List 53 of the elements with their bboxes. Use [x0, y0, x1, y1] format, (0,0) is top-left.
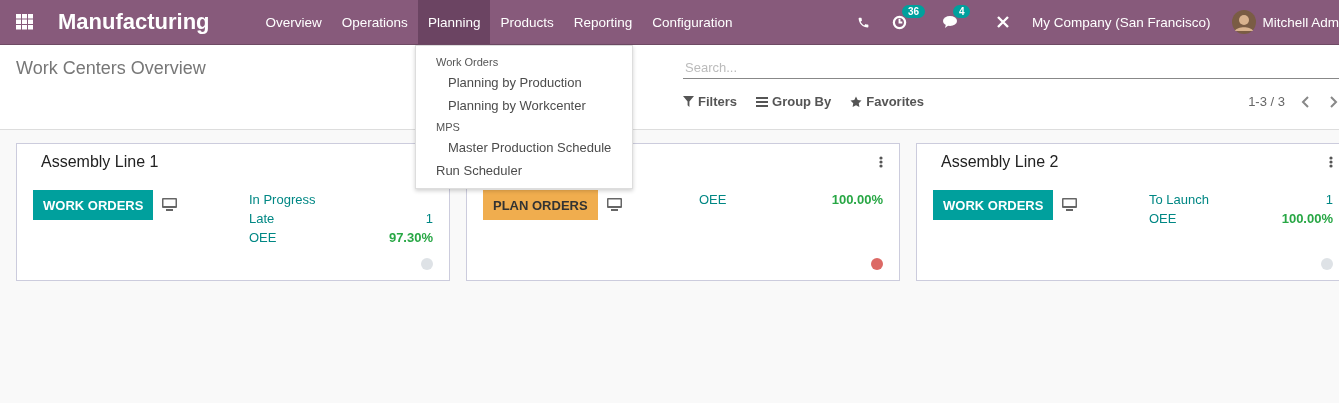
stat-value: 100.00% — [1281, 211, 1333, 226]
stat-value: 1 — [425, 211, 433, 226]
plan-orders-button[interactable]: PLAN ORDERS — [483, 190, 598, 220]
menu-item[interactable]: Planning by Production — [448, 75, 582, 90]
message-count-badge: 4 — [952, 5, 971, 18]
work-orders-button[interactable]: WORK ORDERS — [33, 190, 154, 220]
stat-label[interactable]: OEE — [1149, 211, 1177, 226]
pager-value: 1-3 / 3 — [1248, 94, 1285, 109]
apps-grid-icon[interactable] — [16, 14, 34, 30]
work-orders-button[interactable]: WORK ORDERS — [933, 190, 1054, 220]
monitor-icon — [1062, 198, 1078, 211]
menu-item[interactable]: Run Scheduler — [436, 163, 522, 178]
stat-value: 97.30% — [388, 230, 433, 245]
search-option[interactable]: Group By — [756, 94, 832, 109]
star-icon — [850, 95, 863, 108]
monitor-icon — [606, 198, 622, 211]
card-title: Assembly Line 2 — [941, 153, 1059, 170]
breadcrumb-title: Work Centers Overview — [16, 58, 206, 78]
previous-icon[interactable] — [1300, 95, 1312, 108]
menu-tab[interactable]: Reporting — [563, 0, 643, 44]
stat-value: 100.00% — [831, 192, 883, 207]
menu-tab[interactable]: Operations — [331, 0, 418, 44]
stat-label[interactable]: To Launch — [1149, 192, 1209, 207]
menu-section-header: Work Orders — [436, 56, 499, 68]
activity-count-badge: 36 — [901, 4, 926, 18]
kebab-menu-icon[interactable] — [879, 156, 883, 168]
kebab-menu-icon[interactable] — [1329, 156, 1333, 168]
menu-section-header: MPS — [436, 121, 460, 133]
stat-label[interactable]: Late — [249, 211, 275, 226]
phone-icon[interactable] — [856, 15, 870, 29]
monitor-icon — [162, 198, 178, 211]
menu-item[interactable]: Planning by Workcenter — [448, 98, 586, 113]
next-icon[interactable] — [1327, 95, 1339, 108]
card-title: Assembly Line 1 — [41, 153, 159, 170]
menu-tab[interactable]: Products — [490, 0, 564, 44]
stat-label[interactable]: OEE — [699, 192, 727, 207]
user-name[interactable]: Mitchell Adm — [1262, 14, 1339, 30]
app-title: Manufacturing — [58, 9, 210, 35]
search-option[interactable]: Favorites — [850, 94, 925, 109]
clock-icon[interactable] — [891, 14, 907, 30]
chat-icon[interactable] — [942, 15, 960, 29]
menu-tab[interactable]: Overview — [255, 0, 332, 44]
search-option[interactable]: Filters — [683, 94, 737, 109]
stat-value: 1 — [1325, 192, 1333, 207]
stat-label[interactable]: OEE — [249, 230, 277, 245]
stat-label[interactable]: In Progress — [249, 192, 316, 207]
company-switcher[interactable]: My Company (San Francisco) — [1031, 14, 1211, 30]
filter-icon — [683, 96, 694, 107]
menu-item[interactable]: Master Production Schedule — [448, 140, 612, 155]
menu-tab[interactable]: Configuration — [642, 0, 743, 44]
avatar-icon[interactable] — [1232, 10, 1257, 34]
menu-tab[interactable]: Planning — [417, 0, 491, 44]
list-icon — [756, 96, 768, 107]
